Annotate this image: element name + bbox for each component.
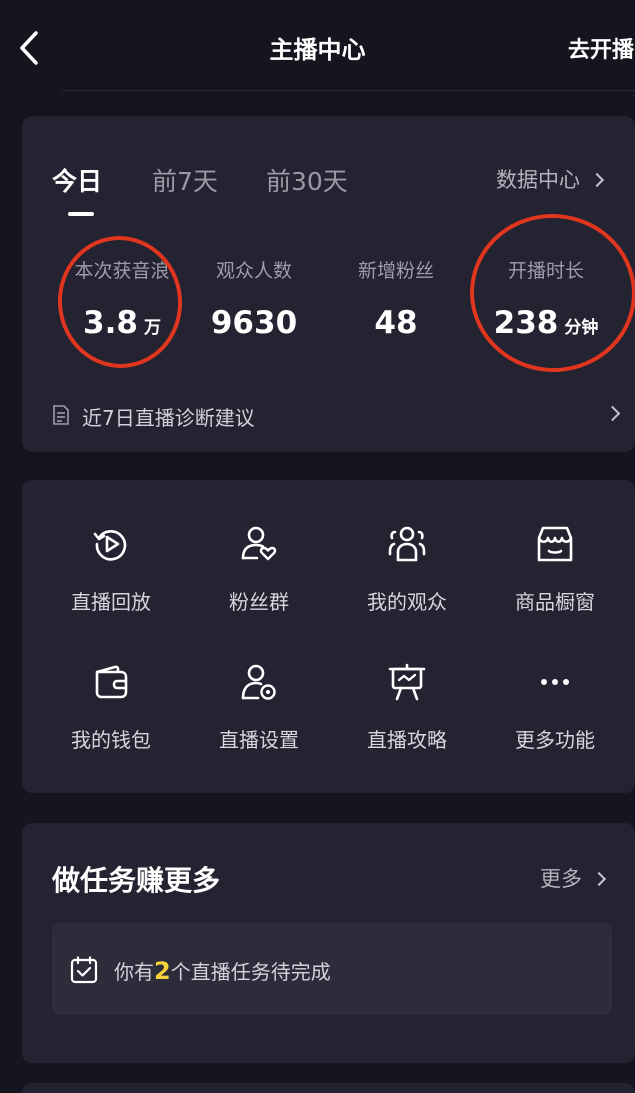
pending-task-count: 2 [154, 957, 171, 985]
stat-new-fans[interactable]: 新增粉丝 48 [326, 256, 466, 341]
go-live-button[interactable]: 去开播 [568, 32, 634, 64]
tool-live-guide[interactable]: 直播攻略 [332, 662, 482, 753]
header: 主播中心 去开播 [0, 0, 635, 92]
tool-label: 粉丝群 [229, 590, 289, 614]
stat-label: 观众人数 [215, 260, 292, 282]
calendar-check-icon [70, 956, 98, 984]
audience-icon [388, 526, 426, 562]
stat-label: 新增粉丝 [357, 260, 434, 282]
more-label: 更多 [540, 867, 582, 891]
diagnosis-advice-link[interactable]: 近7日直播诊断建议 [52, 400, 622, 430]
tool-label: 直播攻略 [367, 728, 447, 752]
tool-label: 我的钱包 [71, 728, 151, 752]
tab-last-30-days[interactable]: 前30天 [266, 162, 348, 198]
fan-group-icon [241, 526, 277, 561]
pending-tasks-text: 你有2个直播任务待完成 [114, 957, 331, 985]
document-icon [53, 405, 69, 425]
data-center-label: 数据中心 [496, 168, 580, 192]
next-card-peek [22, 1083, 635, 1093]
diagnosis-advice-label: 近7日直播诊断建议 [82, 406, 255, 430]
tasks-more-link[interactable]: 更多 [540, 863, 607, 893]
data-center-link[interactable]: 数据中心 [496, 164, 605, 194]
anchor-center-page: 主播中心 去开播 今日 前7天 前30天 数据中心 本次获音浪 3.8 万 观众人… [0, 0, 635, 1093]
chevron-right-icon [589, 172, 605, 188]
tool-more-features[interactable]: 更多功能 [480, 662, 630, 753]
stat-viewers[interactable]: 观众人数 9630 [184, 256, 324, 341]
tool-fan-group[interactable]: 粉丝群 [184, 524, 334, 615]
tools-grid-card: 直播回放 粉丝群 我的观众 商品橱窗 我的钱包 直播设置 直播攻略 更多功能 [22, 480, 635, 793]
stat-value: 48 [374, 305, 418, 341]
stats-card: 今日 前7天 前30天 数据中心 本次获音浪 3.8 万 观众人数 9630 新增… [22, 116, 635, 452]
replay-icon [93, 530, 127, 561]
pending-tasks-banner[interactable]: 你有2个直播任务待完成 [52, 923, 612, 1015]
tab-last-7-days[interactable]: 前7天 [152, 162, 218, 198]
tool-label: 我的观众 [367, 590, 447, 614]
active-tab-indicator [68, 212, 94, 216]
tool-live-replay[interactable]: 直播回放 [36, 524, 186, 615]
more-icon [541, 679, 569, 685]
tool-label: 直播设置 [219, 728, 299, 752]
page-title: 主播中心 [269, 36, 366, 64]
tool-my-wallet[interactable]: 我的钱包 [36, 662, 186, 753]
highlight-ring-earnings [51, 229, 189, 375]
tab-today[interactable]: 今日 [52, 162, 102, 198]
wallet-icon [95, 665, 128, 699]
highlight-ring-duration [464, 208, 635, 378]
tool-label: 更多功能 [515, 728, 595, 752]
header-divider [62, 90, 635, 91]
live-settings-icon [241, 664, 276, 700]
tool-label: 直播回放 [71, 590, 151, 614]
tasks-title: 做任务赚更多 [52, 864, 221, 897]
stat-value: 9630 [210, 305, 298, 341]
shop-window-icon [537, 526, 573, 562]
tool-my-audience[interactable]: 我的观众 [332, 524, 482, 615]
tasks-card: 做任务赚更多 更多 你有2个直播任务待完成 [22, 823, 635, 1063]
tool-label: 商品橱窗 [515, 590, 595, 614]
chevron-right-icon [591, 871, 607, 887]
live-guide-icon [388, 663, 426, 701]
tool-shop-window[interactable]: 商品橱窗 [480, 524, 630, 615]
tool-live-settings[interactable]: 直播设置 [184, 662, 334, 753]
chevron-right-icon [604, 405, 621, 422]
